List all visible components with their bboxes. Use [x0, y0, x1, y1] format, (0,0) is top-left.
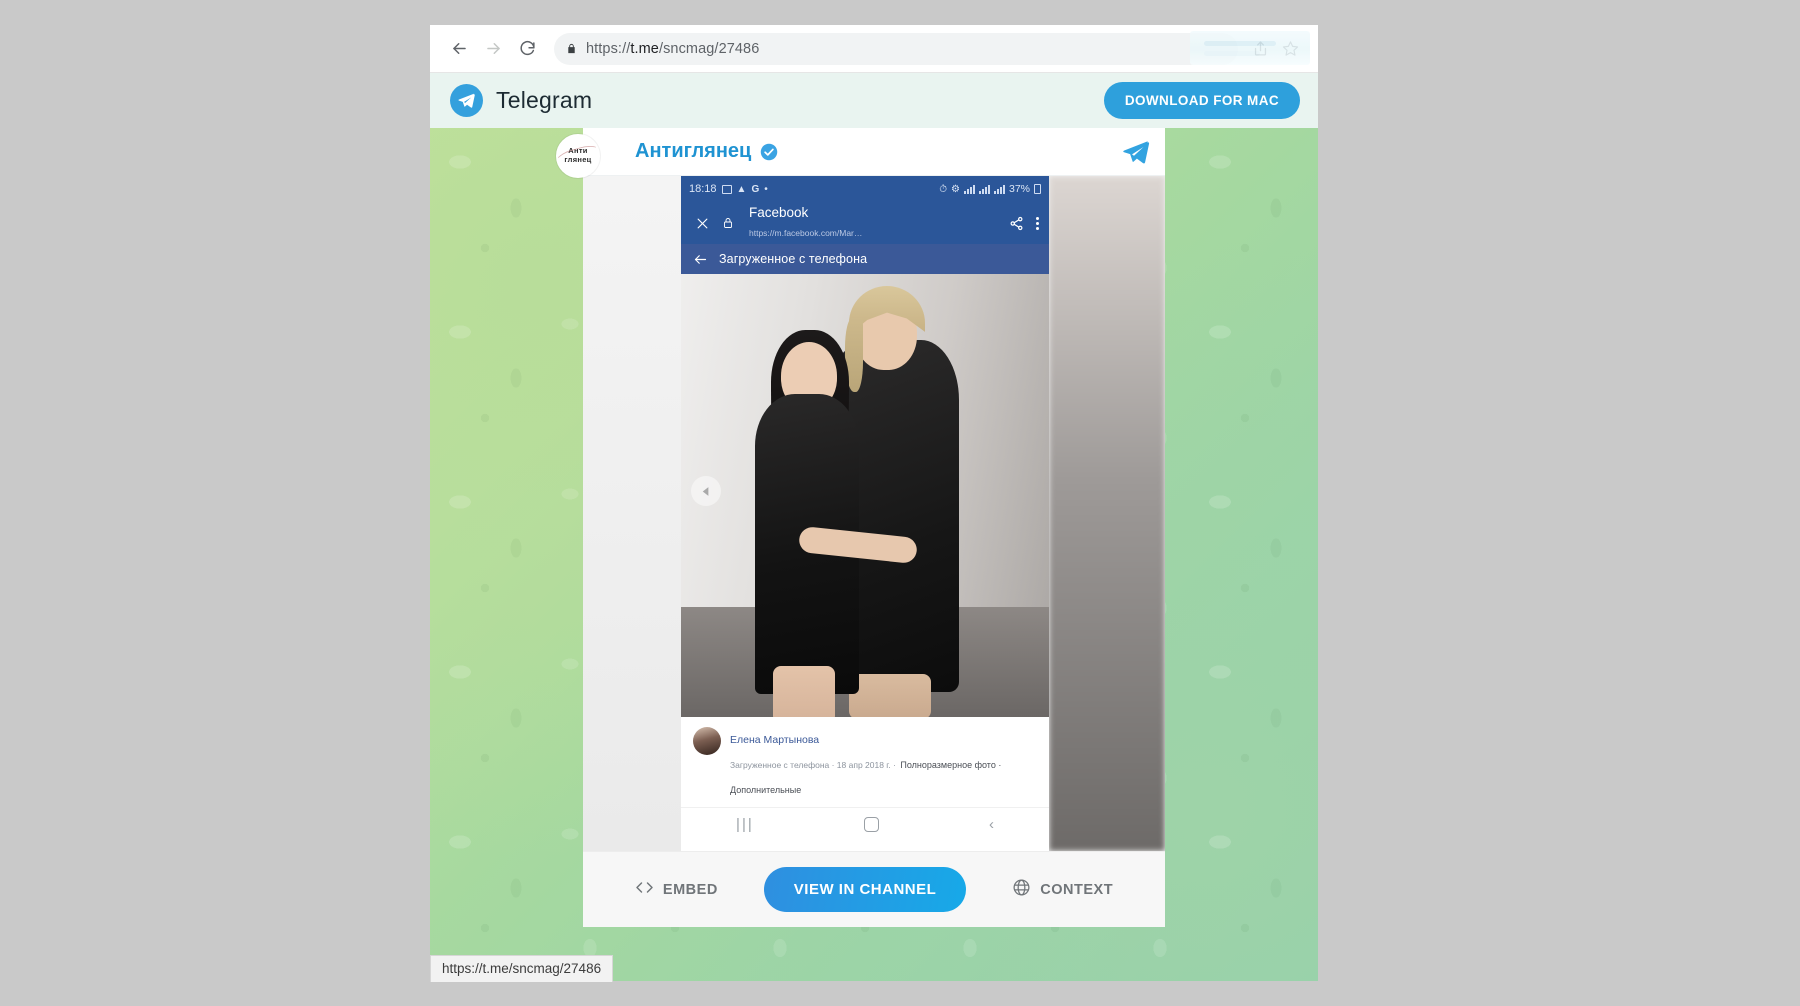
custom-tab-titles: Facebook https://m.facebook.com/Mar… — [749, 204, 862, 242]
prev-arrow-icon[interactable] — [691, 476, 721, 506]
telegram-wordmark: Telegram — [496, 87, 593, 113]
code-brackets-icon — [635, 880, 654, 899]
photo-caption: Елена Мартынова Загруженное с телефона ·… — [681, 717, 1049, 808]
link-status-bubble: https://t.me/sncmag/27486 — [430, 955, 614, 982]
media-blur-left — [583, 176, 681, 851]
address-bar-host: t.me — [630, 40, 659, 57]
share-icon[interactable] — [1009, 216, 1024, 231]
channel-name[interactable]: Антиглянец — [635, 140, 751, 163]
address-bar-text: https://t.me/sncmag/27486 — [586, 40, 760, 57]
post-header: Антиглянец — [583, 128, 1165, 176]
telegram-plane-icon — [450, 84, 483, 117]
back-icon[interactable] — [444, 34, 474, 64]
overflow-menu-icon[interactable] — [1036, 216, 1039, 230]
custom-tab-title: Facebook — [749, 205, 809, 221]
screenshot-icon — [721, 184, 732, 194]
author-name[interactable]: Елена Мартынова — [730, 734, 819, 746]
sim2-icon — [978, 184, 990, 194]
status-bar-right: ⏱ ⚙ 37% — [939, 183, 1041, 195]
media-blur-right — [1049, 176, 1165, 851]
verified-check-icon — [760, 143, 778, 161]
album-title: Загруженное с телефона — [719, 252, 868, 266]
vibrate-icon: ⚙ — [951, 183, 960, 195]
lock-icon — [566, 42, 577, 55]
custom-tab-url: https://m.facebook.com/Mar… — [749, 228, 863, 238]
back-icon[interactable]: ‹ — [989, 816, 994, 833]
view-in-channel-button[interactable]: VIEW IN CHANNEL — [763, 867, 967, 912]
telegram-page-body: Анти глянец Антиглянец 18:18 ▲ G • ⏱ ⚙ 3… — [430, 128, 1318, 981]
author-avatar[interactable] — [693, 727, 721, 755]
status-bar-left: 18:18 ▲ G • — [689, 183, 768, 195]
post-action-bar: EMBED VIEW IN CHANNEL CONTEXT — [583, 851, 1165, 927]
sim1-icon — [963, 184, 975, 194]
battery-percent: 37% — [1008, 183, 1030, 195]
browser-window: https://t.me/sncmag/27486 Telegram DOWNL… — [430, 25, 1318, 981]
toolbar-extension-placeholder — [1190, 31, 1310, 65]
facebook-album-bar: Загруженное с телефона — [681, 244, 1049, 274]
close-icon[interactable] — [691, 216, 713, 231]
alarm-icon: ⏱ — [939, 183, 948, 195]
phone-screenshot: 18:18 ▲ G • ⏱ ⚙ 37% Facebook https://m.f… — [681, 176, 1049, 851]
address-bar-path: /sncmag/27486 — [658, 40, 760, 57]
avatar-line-2: глянец — [564, 155, 592, 164]
download-icon: ▲ — [736, 183, 747, 195]
download-for-mac-button[interactable]: DOWNLOAD FOR MAC — [1103, 82, 1300, 119]
google-icon: G — [751, 183, 760, 195]
photo-viewer[interactable] — [681, 274, 1049, 717]
signal-icon — [993, 184, 1005, 194]
android-status-bar: 18:18 ▲ G • ⏱ ⚙ 37% — [681, 176, 1049, 202]
context-button[interactable]: CONTEXT — [1012, 878, 1113, 901]
embed-button[interactable]: EMBED — [635, 880, 718, 899]
globe-icon — [1012, 878, 1031, 901]
custom-tab-bar: Facebook https://m.facebook.com/Mar… — [681, 202, 1049, 244]
figure-woman-legs — [773, 666, 835, 717]
battery-icon — [1034, 184, 1041, 194]
address-bar[interactable]: https://t.me/sncmag/27486 — [554, 32, 1238, 65]
recents-icon[interactable]: ||| — [736, 816, 754, 833]
home-icon[interactable] — [863, 817, 879, 833]
lock-icon — [717, 216, 739, 230]
post-container: Антиглянец 18:18 ▲ G • ⏱ ⚙ 37% Facebook … — [583, 128, 1165, 851]
post-media[interactable]: 18:18 ▲ G • ⏱ ⚙ 37% Facebook https://m.f… — [583, 176, 1165, 851]
embed-label: EMBED — [662, 881, 718, 898]
telegram-site-header: Telegram DOWNLOAD FOR MAC — [430, 73, 1318, 128]
context-label: CONTEXT — [1040, 881, 1114, 898]
status-bar-time: 18:18 — [689, 183, 717, 195]
arrow-left-icon[interactable] — [681, 252, 719, 267]
dot-icon: • — [764, 183, 768, 195]
reload-icon[interactable] — [512, 34, 542, 64]
android-nav-bar: ||| ‹ — [681, 807, 1049, 842]
caption-text: Елена Мартынова Загруженное с телефона ·… — [730, 727, 1037, 801]
caption-meta: Загруженное с телефона · 18 апр 2018 г. … — [730, 759, 896, 770]
forward-icon — [478, 34, 508, 64]
channel-avatar[interactable]: Анти глянец — [556, 134, 600, 178]
browser-toolbar: https://t.me/sncmag/27486 — [430, 25, 1318, 73]
figure-man-legs — [849, 674, 931, 717]
telegram-plane-icon[interactable] — [1121, 137, 1151, 167]
